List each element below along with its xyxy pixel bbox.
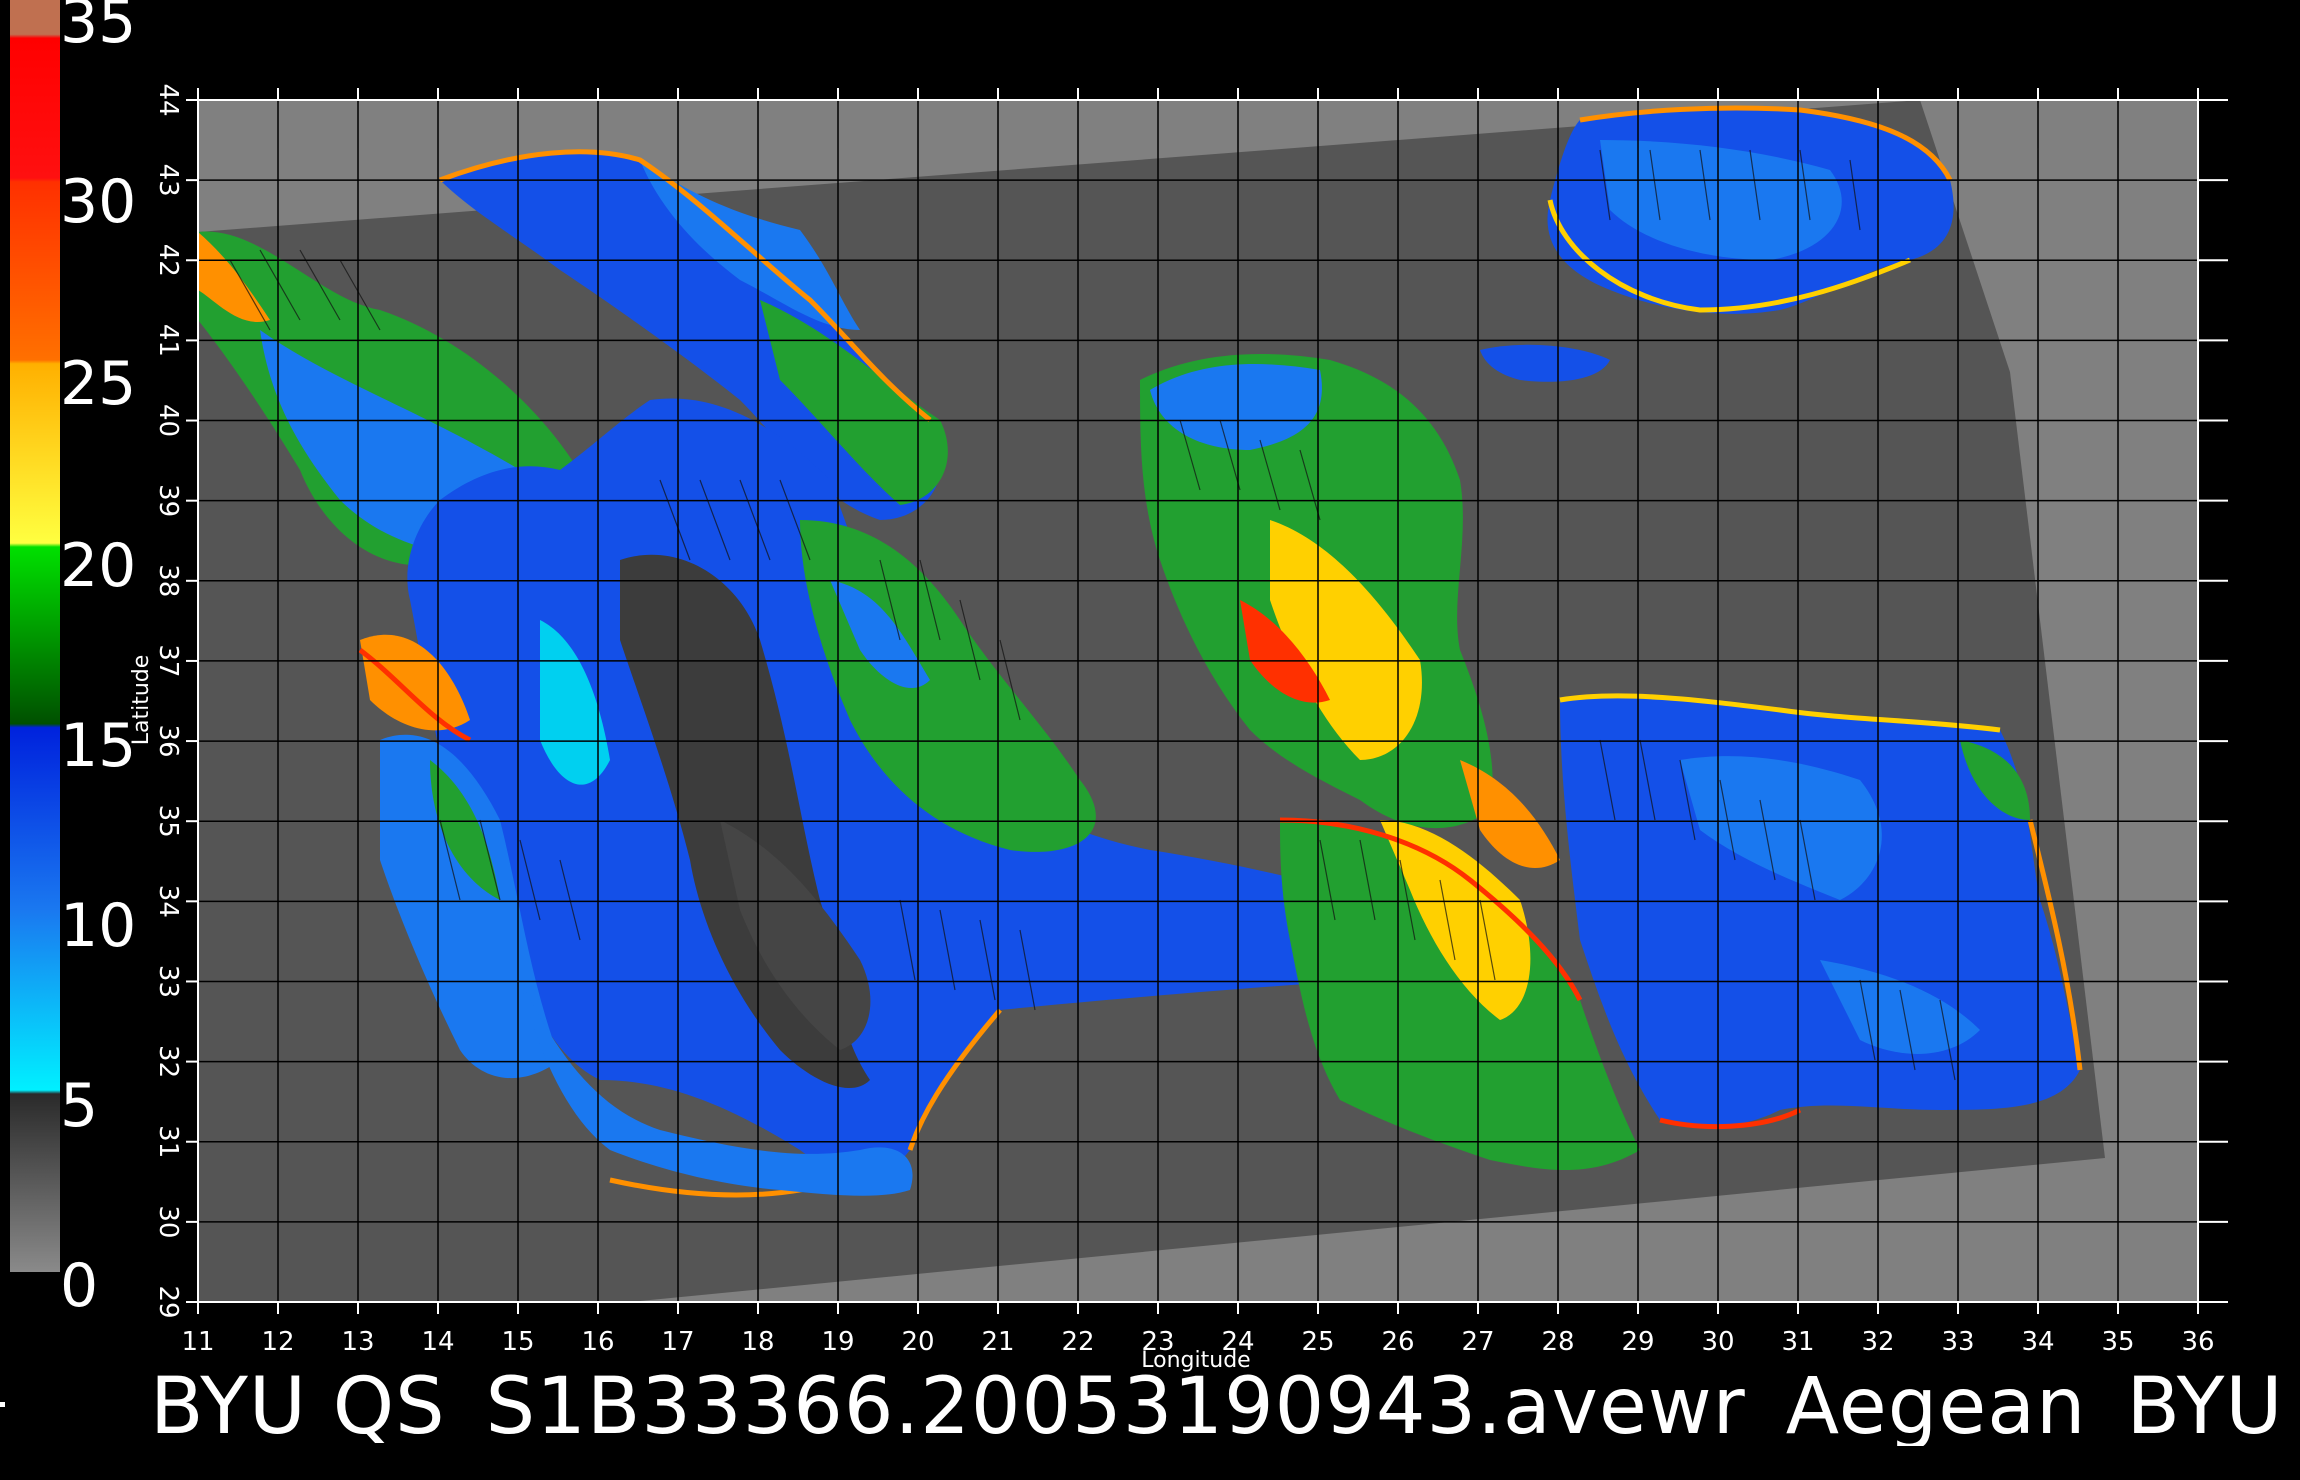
lon-tick-label: 22	[1061, 1327, 1094, 1357]
lat-tick-label: 35	[153, 805, 183, 838]
lat-tick-label: 36	[153, 725, 183, 758]
lat-tick-label: 34	[153, 885, 183, 918]
colorbar	[10, 0, 60, 1272]
lat-tick-label: 38	[153, 564, 183, 597]
product-title: BYU QS_S1B33366.20053190943.avewr_Aegean…	[150, 1368, 2300, 1446]
lon-tick-label: 33	[1941, 1327, 1974, 1357]
lon-tick-label: 18	[741, 1327, 774, 1357]
lat-tick-label: 44	[153, 83, 183, 116]
colorbar-label-10: 10	[60, 891, 137, 961]
lon-tick-label: 29	[1621, 1327, 1654, 1357]
lat-tick-label: 41	[153, 324, 183, 357]
lat-tick-label: 31	[153, 1125, 183, 1158]
lon-tick-label: 15	[501, 1327, 534, 1357]
colorbar-label-5: 5	[60, 1071, 99, 1141]
colorbar-label-20: 20	[60, 531, 137, 601]
lat-tick-label: 40	[153, 404, 183, 437]
lon-tick-label: 28	[1541, 1327, 1574, 1357]
lat-tick-label: 43	[153, 164, 183, 197]
lon-tick-label: 14	[421, 1327, 454, 1357]
lon-tick-label: 34	[2021, 1327, 2054, 1357]
lon-tick-label: 30	[1701, 1327, 1734, 1357]
lon-tick-label: 32	[1861, 1327, 1894, 1357]
colorbar-label-30: 30	[60, 167, 137, 237]
lat-tick-label: 30	[153, 1205, 183, 1238]
lon-tick-label: 21	[981, 1327, 1014, 1357]
lon-tick-label: 27	[1461, 1327, 1494, 1357]
colorbar-label-25: 25	[60, 349, 137, 419]
colorbar-label-35: 35	[60, 0, 137, 57]
lon-tick-label: 20	[901, 1327, 934, 1357]
colorbar-label-0: 0	[60, 1251, 99, 1321]
lon-tick-label: 25	[1301, 1327, 1334, 1357]
lon-tick-label: 19	[821, 1327, 854, 1357]
lon-tick-label: 36	[2181, 1327, 2214, 1357]
lat-tick-label: 32	[153, 1045, 183, 1078]
lon-tick-label: 35	[2101, 1327, 2134, 1357]
lon-tick-label: 13	[341, 1327, 374, 1357]
lat-tick-label: 39	[153, 484, 183, 517]
lat-tick-label: 42	[153, 244, 183, 277]
lon-tick-label: 26	[1381, 1327, 1414, 1357]
lat-tick-label: 29	[153, 1285, 183, 1318]
lat-tick-label: 33	[153, 965, 183, 998]
lon-tick-label: 11	[181, 1327, 214, 1357]
edge-mark	[0, 1402, 5, 1407]
lon-tick-label: 17	[661, 1327, 694, 1357]
latitude-tick-labels: 29 30 31 32 33 34 35 36 37 38 39 40 41 42 43 44	[153, 83, 183, 1318]
colorbar-label-15: 15	[60, 711, 137, 781]
wind-speed-map: 11 12 13 14 15 16 17 18 19 20 21 22 23 24 25 26 27 28 29 30…	[10, 0, 2228, 1373]
lon-tick-label: 31	[1781, 1327, 1814, 1357]
lon-tick-label: 16	[581, 1327, 614, 1357]
lat-tick-label: 37	[153, 644, 183, 677]
lon-tick-label: 12	[261, 1327, 294, 1357]
